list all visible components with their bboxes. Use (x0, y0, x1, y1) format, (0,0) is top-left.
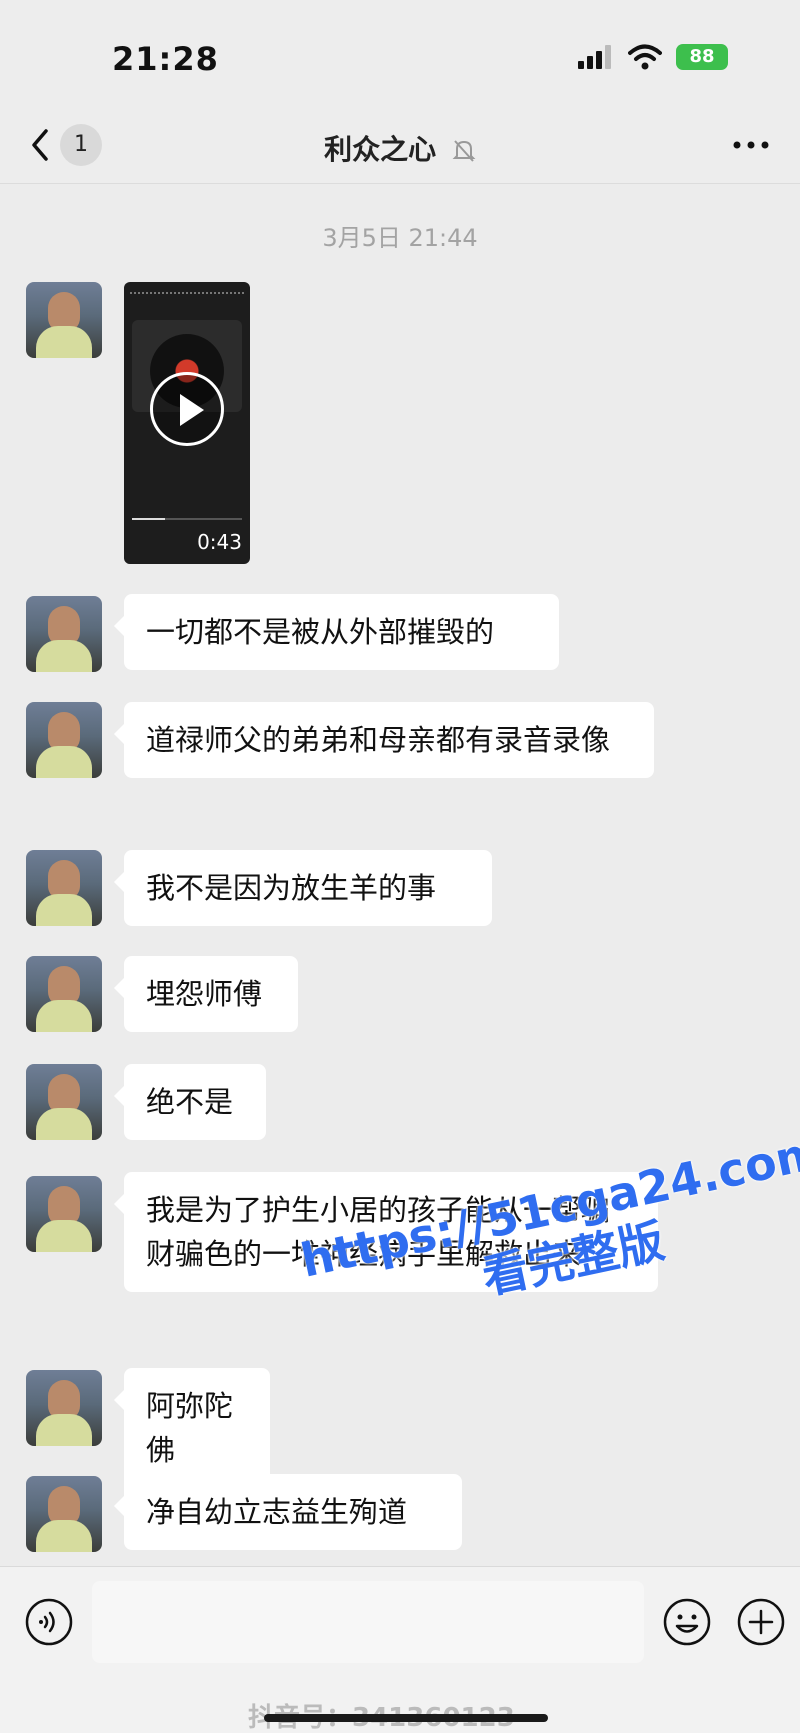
message-text: 阿弥陀佛 (146, 1389, 234, 1467)
message-bubble[interactable]: 道禄师父的弟弟和母亲都有录音录像 (114, 702, 654, 778)
message-bubble[interactable]: 一切都不是被从外部摧毁的 (114, 594, 559, 670)
avatar[interactable] (26, 282, 102, 358)
message-input[interactable] (92, 1581, 644, 1663)
more-icon[interactable] (732, 130, 770, 160)
message-bubble[interactable]: 我不是因为放生羊的事 (114, 850, 492, 926)
avatar[interactable] (26, 850, 102, 926)
message-text: 埋怨师傅 (146, 977, 263, 1011)
message-bubble[interactable]: 埋怨师傅 (114, 956, 298, 1032)
status-bar: 21:28 88 (0, 0, 800, 110)
chat-header: 1 利众之心 (0, 110, 800, 184)
battery-icon: 88 (676, 44, 728, 70)
avatar[interactable] (26, 1476, 102, 1552)
message-text: 净自幼立志益生殉道 (146, 1495, 408, 1529)
avatar[interactable] (26, 1370, 102, 1446)
mute-bell-icon (452, 140, 476, 162)
home-indicator[interactable] (264, 1714, 548, 1722)
chat-title: 利众之心 (0, 128, 800, 168)
message-bubble[interactable]: 净自幼立志益生殉道 (114, 1474, 462, 1550)
message-bubble[interactable]: 绝不是 (114, 1064, 266, 1140)
chat-input-bar: 抖音号：341360123 (0, 1566, 800, 1733)
message-text: 一切都不是被从外部摧毁的 (146, 615, 495, 649)
status-icons: 88 (578, 44, 728, 70)
chat-title-text: 利众之心 (324, 133, 437, 166)
avatar[interactable] (26, 1064, 102, 1140)
video-message[interactable]: 0:43 (124, 282, 250, 564)
video-duration: 0:43 (197, 530, 242, 554)
play-icon[interactable] (150, 372, 224, 446)
avatar[interactable] (26, 956, 102, 1032)
watermark: https://51cga24.com 看完整版 (296, 1124, 800, 1340)
message-text: 我不是因为放生羊的事 (146, 871, 437, 905)
emoji-icon[interactable] (662, 1597, 712, 1647)
message-text: 道禄师父的弟弟和母亲都有录音录像 (146, 723, 611, 757)
status-time: 21:28 (112, 40, 219, 78)
message-bubble[interactable]: 阿弥陀佛 (114, 1368, 270, 1488)
signal-icon (578, 45, 611, 69)
message-text: 绝不是 (146, 1085, 234, 1119)
avatar[interactable] (26, 702, 102, 778)
chat-timestamp: 3月5日 21:44 (322, 224, 478, 252)
avatar[interactable] (26, 596, 102, 672)
wifi-icon (628, 44, 662, 70)
avatar[interactable] (26, 1176, 102, 1252)
voice-icon[interactable] (24, 1597, 74, 1647)
plus-icon[interactable] (736, 1597, 786, 1647)
